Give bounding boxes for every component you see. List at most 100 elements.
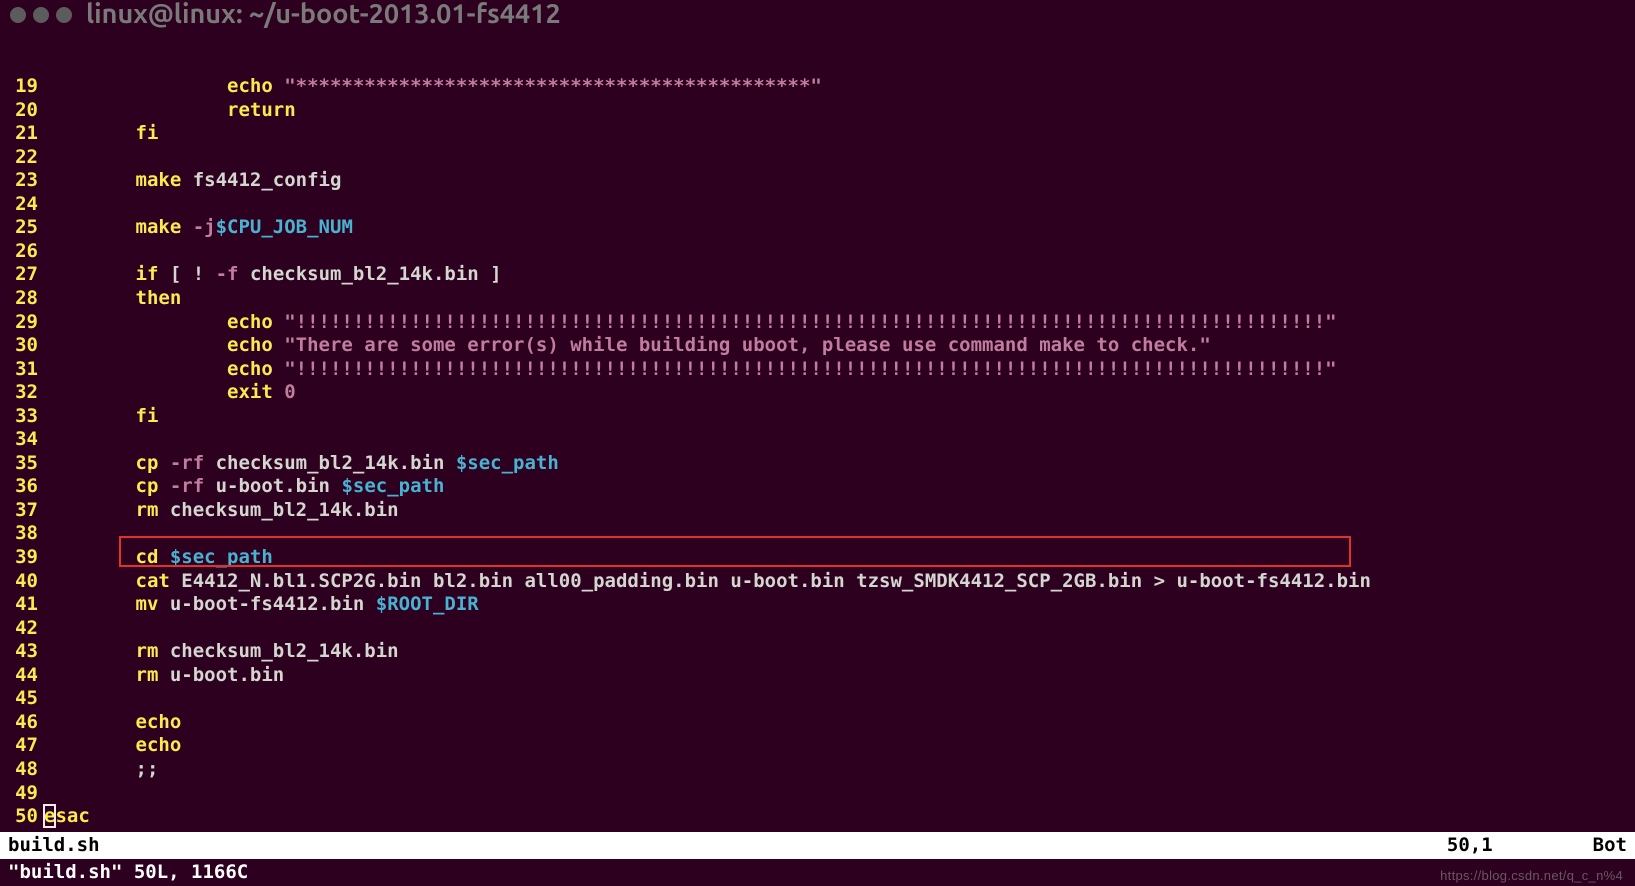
code-line[interactable]: 28 then <box>0 287 1635 311</box>
line-number: 41 <box>0 593 44 617</box>
code-content[interactable]: cp -rf u-boot.bin $sec_path <box>44 475 1635 499</box>
code-line[interactable]: 40 cat E4412_N.bl1.SCP2G.bin bl2.bin all… <box>0 570 1635 594</box>
keyword-token: fi <box>136 405 159 427</box>
code-line[interactable]: 20 return <box>0 99 1635 123</box>
vim-command-bar[interactable]: "build.sh" 50L, 1166C <box>0 859 1635 886</box>
code-content[interactable]: if [ ! -f checksum_bl2_14k.bin ] <box>44 263 1635 287</box>
code-content[interactable]: echo <box>44 711 1635 735</box>
code-content[interactable]: ;; <box>44 758 1635 782</box>
code-line[interactable]: 38 <box>0 522 1635 546</box>
code-content[interactable]: make -j$CPU_JOB_NUM <box>44 216 1635 240</box>
code-line[interactable]: 45 <box>0 687 1635 711</box>
code-line[interactable]: 47 echo <box>0 734 1635 758</box>
editor-viewport[interactable]: 19 echo "*******************************… <box>0 28 1635 832</box>
keyword-token: echo <box>136 734 182 756</box>
code-line[interactable]: 31 echo "!!!!!!!!!!!!!!!!!!!!!!!!!!!!!!!… <box>0 358 1635 382</box>
window-minimize-icon[interactable] <box>33 7 49 23</box>
string-token: "***************************************… <box>284 75 822 97</box>
keyword-token: then <box>136 287 182 309</box>
variable-token: $sec_path <box>341 475 444 497</box>
keyword-token: rm <box>136 640 170 662</box>
code-line[interactable]: 27 if [ ! -f checksum_bl2_14k.bin ] <box>0 263 1635 287</box>
code-line[interactable]: 25 make -j$CPU_JOB_NUM <box>0 216 1635 240</box>
code-content[interactable]: cd $sec_path <box>44 546 1635 570</box>
number-token: 0 <box>284 381 295 403</box>
code-line[interactable]: 37 rm checksum_bl2_14k.bin <box>0 499 1635 523</box>
variable-token: $ROOT_DIR <box>376 593 479 615</box>
code-line[interactable]: 41 mv u-boot-fs4412.bin $ROOT_DIR <box>0 593 1635 617</box>
code-line[interactable]: 21 fi <box>0 122 1635 146</box>
keyword-token: return <box>227 99 296 121</box>
text-token: ;; <box>136 758 159 780</box>
code-line[interactable]: 23 make fs4412_config <box>0 169 1635 193</box>
code-content[interactable]: mv u-boot-fs4412.bin $ROOT_DIR <box>44 593 1635 617</box>
window-close-icon[interactable] <box>10 7 26 23</box>
code-line[interactable]: 29 echo "!!!!!!!!!!!!!!!!!!!!!!!!!!!!!!!… <box>0 311 1635 335</box>
code-content[interactable]: echo "!!!!!!!!!!!!!!!!!!!!!!!!!!!!!!!!!!… <box>44 311 1635 335</box>
keyword-token: e <box>44 805 55 827</box>
text-token: [ ! <box>170 263 216 285</box>
code-line[interactable]: 48 ;; <box>0 758 1635 782</box>
code-content[interactable]: then <box>44 287 1635 311</box>
code-content[interactable]: rm u-boot.bin <box>44 664 1635 688</box>
status-cursor-position: 50,1 <box>1447 834 1493 858</box>
keyword-token: sac <box>55 805 89 827</box>
code-line[interactable]: 33 fi <box>0 405 1635 429</box>
code-line[interactable]: 32 exit 0 <box>0 381 1635 405</box>
code-line[interactable]: 36 cp -rf u-boot.bin $sec_path <box>0 475 1635 499</box>
line-number: 48 <box>0 758 44 782</box>
keyword-token: cp <box>136 452 170 474</box>
line-number: 25 <box>0 216 44 240</box>
code-line[interactable]: 34 <box>0 428 1635 452</box>
line-number: 42 <box>0 617 44 641</box>
flag-token: -j <box>193 216 216 238</box>
line-number: 35 <box>0 452 44 476</box>
line-number: 30 <box>0 334 44 358</box>
window-maximize-icon[interactable] <box>56 7 72 23</box>
code-content[interactable]: esac <box>44 805 1635 829</box>
window-titlebar: linux@linux: ~/u-boot-2013.01-fs4412 <box>0 0 1635 30</box>
code-content[interactable]: make fs4412_config <box>44 169 1635 193</box>
code-content[interactable]: echo "!!!!!!!!!!!!!!!!!!!!!!!!!!!!!!!!!!… <box>44 358 1635 382</box>
keyword-token: echo <box>227 334 284 356</box>
code-content[interactable]: echo "There are some error(s) while buil… <box>44 334 1635 358</box>
variable-token: $CPU_JOB_NUM <box>216 216 353 238</box>
text-token: u-boot.bin <box>170 664 284 686</box>
text-token: checksum_bl2_14k.bin <box>170 640 399 662</box>
flag-token: -f <box>216 263 239 285</box>
line-number: 23 <box>0 169 44 193</box>
code-content[interactable]: fi <box>44 405 1635 429</box>
code-line[interactable]: 42 <box>0 617 1635 641</box>
code-line[interactable]: 39 cd $sec_path <box>0 546 1635 570</box>
flag-token: -rf <box>170 475 204 497</box>
code-content[interactable]: cp -rf checksum_bl2_14k.bin $sec_path <box>44 452 1635 476</box>
code-line[interactable]: 35 cp -rf checksum_bl2_14k.bin $sec_path <box>0 452 1635 476</box>
code-content[interactable]: exit 0 <box>44 381 1635 405</box>
text-token: checksum_bl2_14k.bin <box>204 452 456 474</box>
code-content[interactable]: rm checksum_bl2_14k.bin <box>44 640 1635 664</box>
code-line[interactable]: 26 <box>0 240 1635 264</box>
code-line[interactable]: 22 <box>0 146 1635 170</box>
code-content[interactable]: cat E4412_N.bl1.SCP2G.bin bl2.bin all00_… <box>44 570 1635 594</box>
code-content[interactable]: echo "**********************************… <box>44 75 1635 99</box>
code-line[interactable]: 44 rm u-boot.bin <box>0 664 1635 688</box>
code-line[interactable]: 30 echo "There are some error(s) while b… <box>0 334 1635 358</box>
keyword-token: echo <box>227 358 284 380</box>
code-content[interactable]: fi <box>44 122 1635 146</box>
code-content[interactable]: rm checksum_bl2_14k.bin <box>44 499 1635 523</box>
code-line[interactable]: 49 <box>0 782 1635 806</box>
code-line[interactable]: 43 rm checksum_bl2_14k.bin <box>0 640 1635 664</box>
text-token: checksum_bl2_14k.bin ] <box>239 263 502 285</box>
code-line[interactable]: 50esac <box>0 805 1635 829</box>
code-line[interactable]: 24 <box>0 193 1635 217</box>
code-content[interactable]: return <box>44 99 1635 123</box>
code-line[interactable]: 46 echo <box>0 711 1635 735</box>
line-number: 19 <box>0 75 44 99</box>
keyword-token: echo <box>227 311 284 333</box>
code-content[interactable]: echo <box>44 734 1635 758</box>
line-number: 24 <box>0 193 44 217</box>
keyword-token: rm <box>136 664 170 686</box>
window-title: linux@linux: ~/u-boot-2013.01-fs4412 <box>86 0 561 32</box>
window-controls <box>10 7 72 23</box>
code-line[interactable]: 19 echo "*******************************… <box>0 75 1635 99</box>
